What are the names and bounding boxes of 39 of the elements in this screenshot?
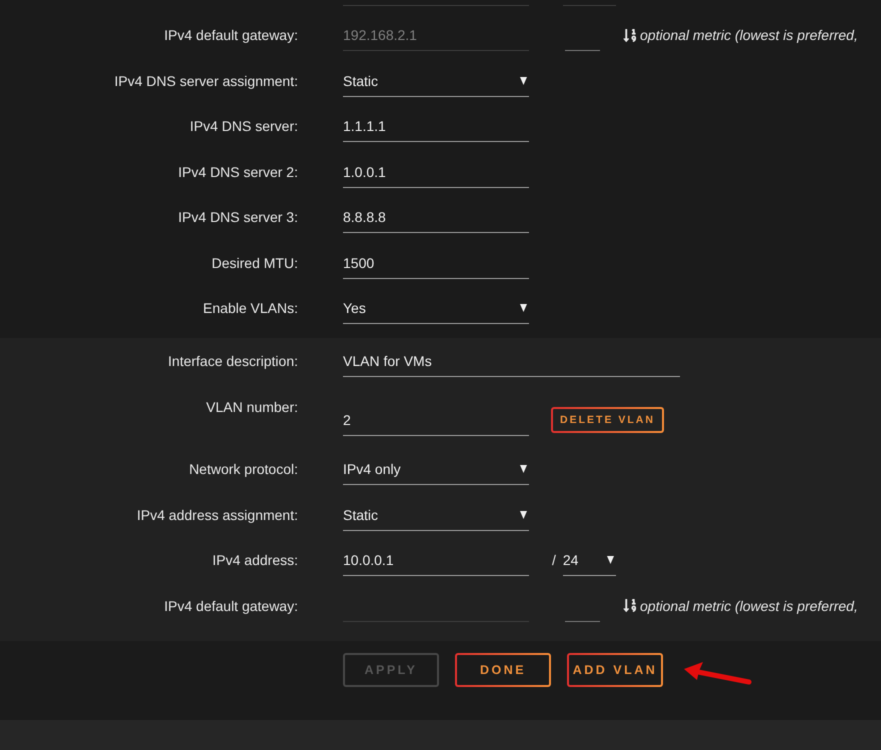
action-button[interactable]: DONE <box>455 652 551 686</box>
input-field[interactable]: 2 <box>343 410 529 436</box>
input-field[interactable]: 1500 <box>343 252 529 278</box>
field-label: IPv4 address assignment: <box>136 506 298 524</box>
field-label: IPv4 DNS server assignment: <box>113 72 298 90</box>
field-label: VLAN number: <box>205 398 298 416</box>
caret-down-icon <box>520 465 527 473</box>
prefix-separator: / <box>552 551 556 570</box>
select-field[interactable]: IPv4 only <box>343 459 529 485</box>
sort-numeric-icon <box>623 598 637 613</box>
field-label: IPv4 default gateway: <box>163 26 298 45</box>
metric-hint: optional metric (lowest is preferred, <box>640 596 858 616</box>
field-label: IPv4 address: <box>211 551 298 570</box>
field-label: IPv4 default gateway: <box>163 596 298 616</box>
caret-down-icon <box>520 304 527 312</box>
sort-numeric-icon <box>623 28 637 42</box>
input-field[interactable]: 1.0.0.1 <box>343 162 529 188</box>
caret-down-icon <box>520 510 527 518</box>
caret-down-icon <box>606 556 614 564</box>
field-label: Enable VLANs: <box>202 299 298 318</box>
input-field[interactable]: 8.8.8.8 <box>343 207 529 233</box>
field-label: IPv4 DNS server 3: <box>177 208 298 227</box>
select-field[interactable]: Yes <box>343 298 529 324</box>
field-label: Desired MTU: <box>210 254 298 272</box>
action-button[interactable]: ADD VLAN <box>567 652 663 686</box>
input-field[interactable]: 1.1.1.1 <box>343 116 529 142</box>
input-field[interactable]: 10.0.0.1 <box>343 550 529 576</box>
prefix-select[interactable]: 24 <box>562 550 616 576</box>
delete-vlan-button[interactable]: DELETE VLAN <box>551 406 664 432</box>
field-label: IPv4 DNS server: <box>188 117 298 136</box>
caret-down-icon <box>520 76 527 84</box>
field-label: Interface description: <box>167 352 298 371</box>
input-field[interactable]: VLAN for VMs <box>343 351 680 377</box>
field-label: Network protocol: <box>188 460 298 479</box>
metric-hint: optional metric (lowest is preferred, <box>640 26 858 45</box>
select-field[interactable]: Static <box>343 70 529 96</box>
field-label: IPv4 DNS server 2: <box>177 162 298 182</box>
input-field[interactable]: 192.168.2.1 <box>343 25 529 51</box>
select-field[interactable]: Static <box>343 504 529 530</box>
